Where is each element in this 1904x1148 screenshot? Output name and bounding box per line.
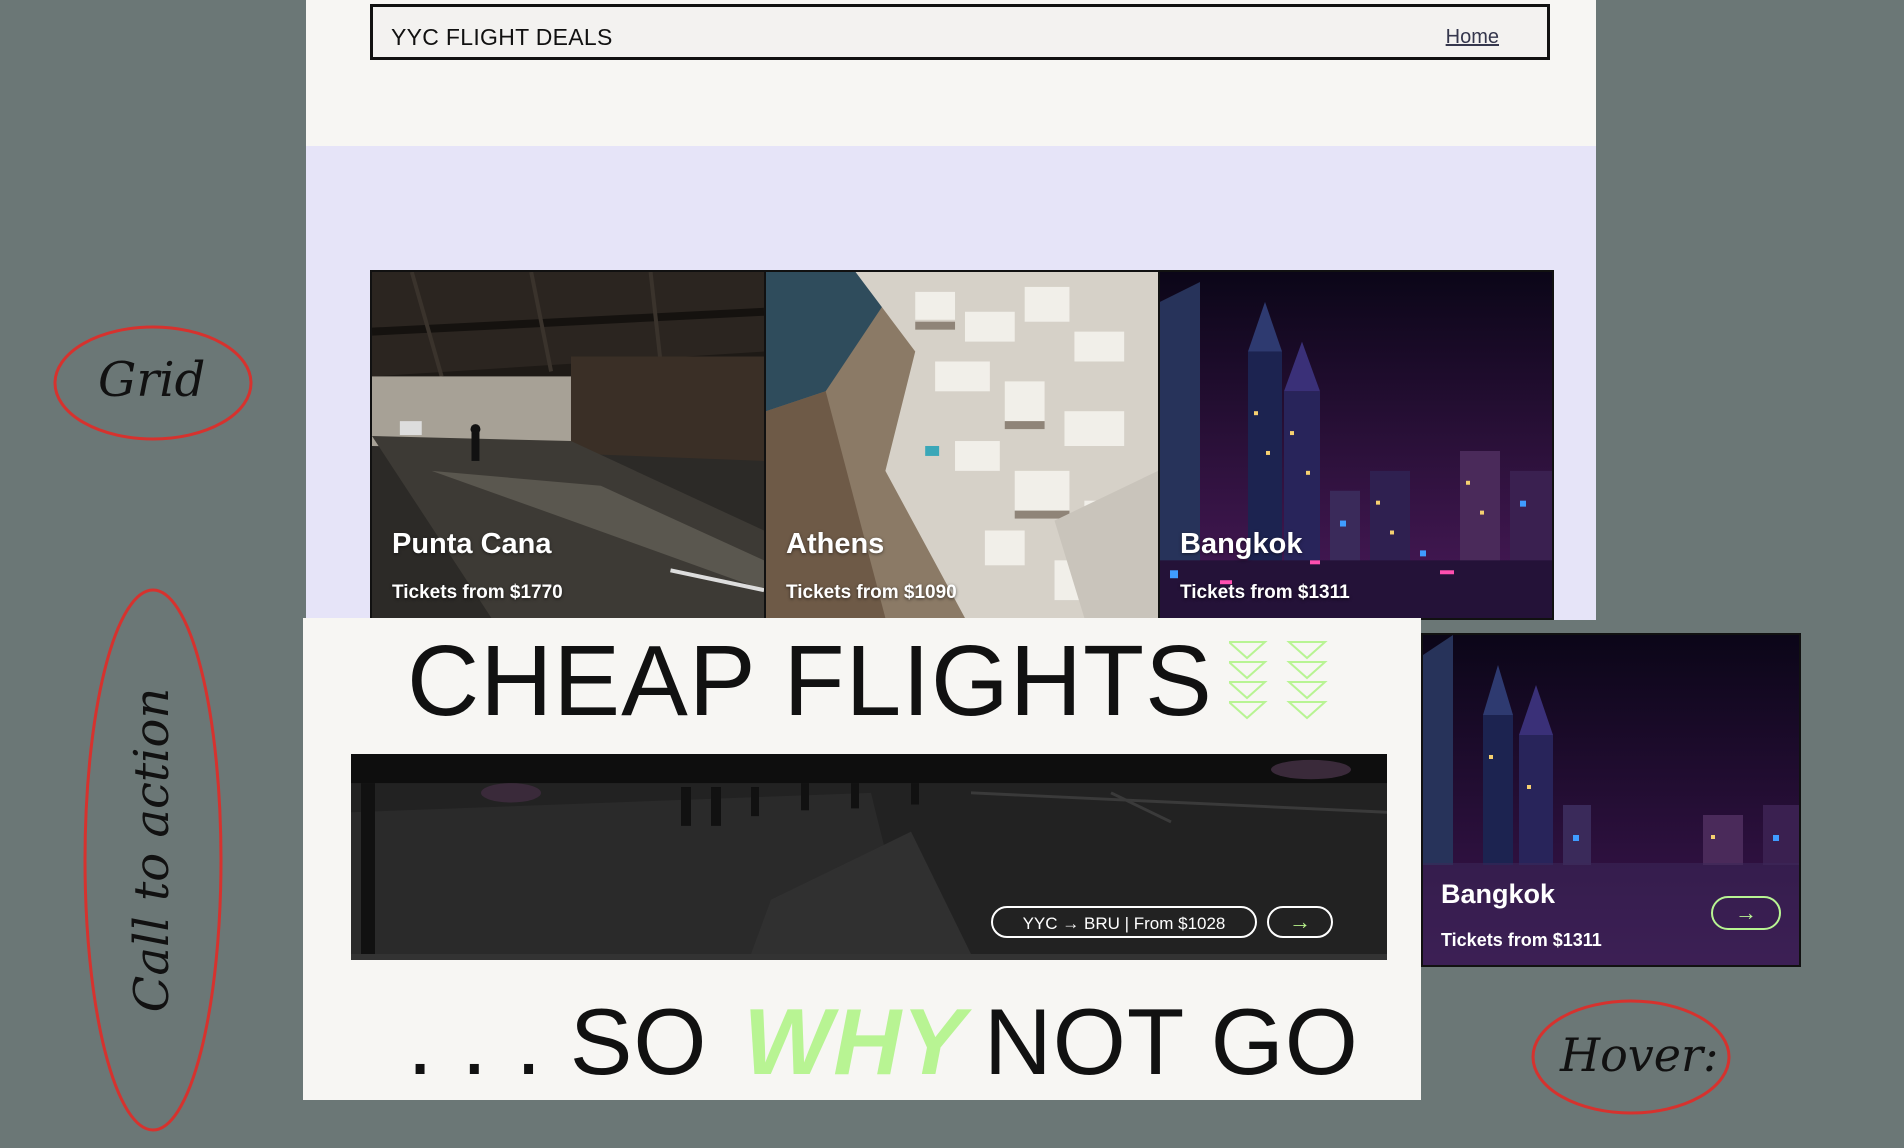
cta-banner: YYC → BRU | From $1028 → <box>351 754 1387 960</box>
hover-card-price: Tickets from $1311 <box>1441 930 1602 950</box>
grid-annotation-label: Grid <box>98 352 206 408</box>
card-price: Tickets from $1311 <box>1180 582 1350 603</box>
destination-card-athens[interactable]: Athens Tickets from $1090 <box>766 272 1160 618</box>
card-price: Tickets from $1770 <box>392 582 563 603</box>
footer-prefix: . . . SO <box>407 989 708 1094</box>
punta-cana-photo <box>372 272 764 618</box>
hover-card-title: Bangkok <box>1441 879 1556 909</box>
bangkok-photo <box>1160 272 1552 618</box>
footer-suffix: NOT GO <box>983 989 1359 1094</box>
athens-photo <box>766 272 1158 618</box>
cta-annotation-label: Call to action <box>124 687 180 1013</box>
chevrons-down-icon <box>1229 641 1328 720</box>
route-arrow-button[interactable]: → <box>1267 906 1333 938</box>
cta-footer-text: . . . SO WHY NOT GO <box>407 990 1359 1093</box>
route-deal-label: YYC → BRU | From $1028 <box>991 906 1257 938</box>
card-title: Athens <box>786 528 885 560</box>
footer-emphasis: WHY <box>743 989 966 1094</box>
home-link[interactable]: Home <box>1446 26 1499 49</box>
site-title: YYC FLIGHT DEALS <box>391 24 613 50</box>
card-price: Tickets from $1090 <box>786 582 957 603</box>
destination-grid: Punta Cana Tickets from $1770 Athens Tic… <box>370 270 1554 620</box>
destination-card-punta-cana[interactable]: Punta Cana Tickets from $1770 <box>372 272 766 618</box>
navbar: YYC FLIGHT DEALS Home <box>370 4 1550 60</box>
destination-card-bangkok[interactable]: Bangkok Tickets from $1311 <box>1160 272 1552 618</box>
hover-annotation-label: Hover: <box>1560 1028 1719 1082</box>
hover-arrow-button[interactable]: → <box>1711 896 1781 930</box>
cta-title: CHEAP FLIGHTS <box>407 625 1213 737</box>
card-title: Punta Cana <box>392 528 552 560</box>
call-to-action-section: CHEAP FLIGHTS YYC → BRU | From $1028 → .… <box>303 618 1421 1100</box>
card-title: Bangkok <box>1180 528 1303 560</box>
hover-state-card[interactable]: Bangkok Tickets from $1311 → <box>1421 633 1801 967</box>
